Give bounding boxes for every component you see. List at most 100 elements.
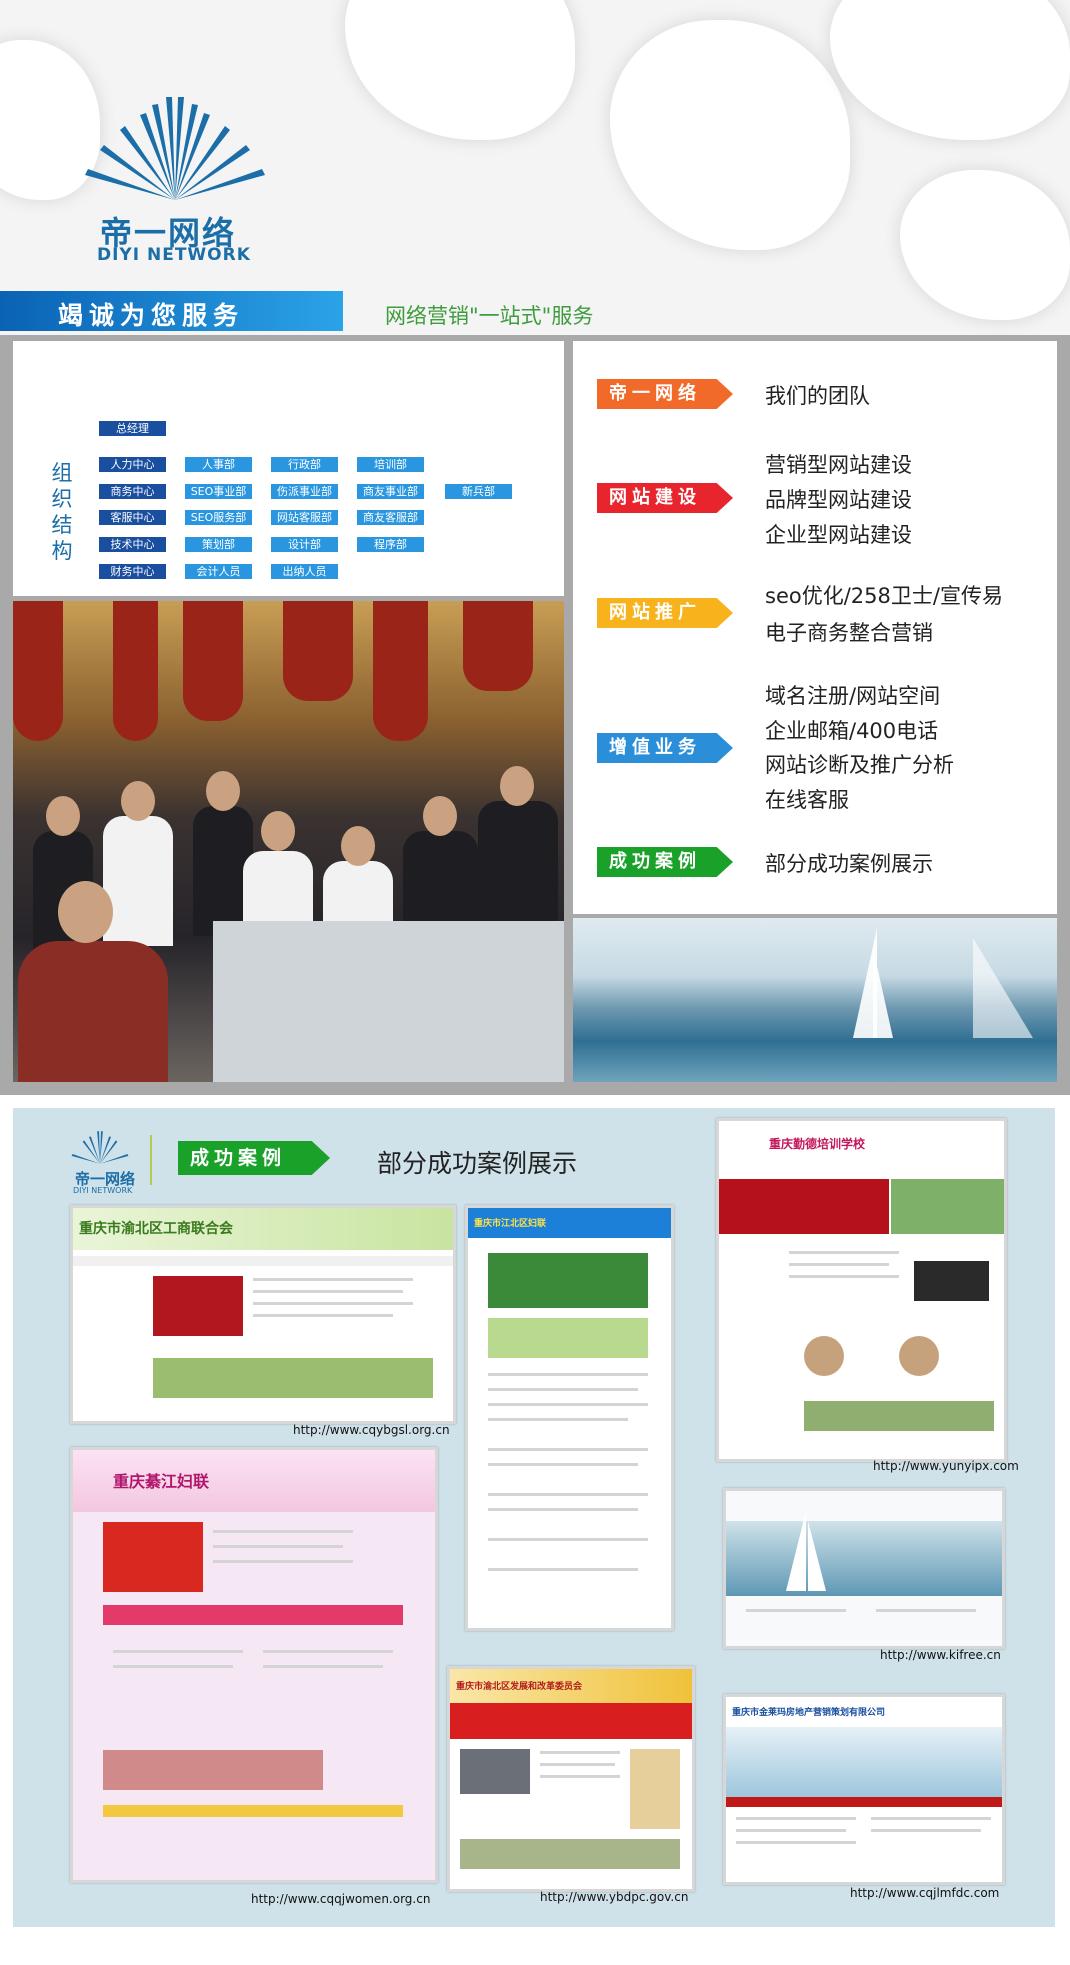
cases-tag: 成功案例 [178,1141,330,1175]
person [341,826,375,866]
tagline: 网络营销"一站式"服务 [385,304,594,328]
case-text-row [789,1251,899,1254]
service-tag-cases: 成功案例 [597,847,733,877]
case-photo [488,1253,648,1308]
case-site-title: 重庆市渝北区发展和改革委员会 [450,1669,692,1703]
case-video [914,1261,989,1301]
org-box-dept: 出纳人员 [271,564,338,579]
person [500,766,534,806]
service-tag-value-added: 增值业务 [597,733,733,763]
case-banner [891,1179,1004,1234]
case-text-row [253,1290,403,1293]
org-box-dept: 商友客服部 [357,510,424,525]
service-line: 域名注册/网站空间 [765,684,941,708]
case-screenshot[interactable] [723,1488,1005,1649]
service-line: seo优化/258卫士/宣传易 [765,584,1003,608]
case-text-row [789,1275,899,1278]
case-banner [726,1521,1002,1596]
case-text-row [263,1665,383,1668]
case-text-row [213,1560,353,1563]
case-photo-strip [804,1401,994,1431]
case-text-row [488,1493,648,1496]
team-photo [13,601,564,1082]
logo-fan-icon [85,97,265,200]
org-box-center: 技术中心 [99,537,166,552]
award-banner [373,601,428,741]
org-box-center: 客服中心 [99,510,166,525]
slogan-text: 竭诚为您服务 [58,301,245,330]
divider [150,1135,152,1185]
case-text-row [488,1568,638,1571]
case-screenshot[interactable]: 重庆市金莱玛房地产营销策划有限公司 [723,1694,1005,1885]
case-avatar [899,1336,939,1376]
logo-name-en: DIYI NETWORK [97,245,251,265]
case-text-row [736,1817,856,1820]
org-box-dept: 程序部 [357,537,424,552]
case-url[interactable]: http://www.cqybgsl.org.cn [293,1423,450,1437]
case-text-row [488,1403,648,1406]
award-banner [13,601,63,741]
case-text-row [789,1263,889,1266]
sailing-sea-photo [573,918,1057,1082]
case-photo-strip [103,1750,323,1790]
case-text-row [736,1841,856,1844]
org-box-dept: 人事部 [185,457,252,472]
case-site-title: 重庆市金莱玛房地产营销策划有限公司 [726,1697,1002,1725]
case-photo-strip [460,1839,680,1869]
org-box-dept: 新兵部 [445,484,512,499]
award-banner [183,601,243,721]
case-text-row [253,1278,413,1281]
case-url[interactable]: http://www.ybdpc.gov.cn [540,1890,688,1904]
service-line: 营销型网站建设 [765,453,912,477]
case-screenshot[interactable]: 重庆市渝北区工商联合会 [70,1205,456,1424]
sailboat [873,948,893,1038]
service-line: 电子商务整合营销 [765,621,933,645]
case-photo [103,1522,203,1592]
case-url[interactable]: http://www.yunyipx.com [873,1459,1019,1473]
org-box-dept: 行政部 [271,457,338,472]
case-nav [73,1256,453,1266]
sailboat [973,938,1033,1038]
case-screenshot[interactable]: 重庆市江北区妇联 [465,1205,674,1631]
service-line: 品牌型网站建设 [765,488,912,512]
case-text-row [213,1530,353,1533]
case-photo [488,1318,648,1358]
case-text-row [488,1388,638,1391]
case-text-row [488,1463,638,1466]
case-banner [719,1179,889,1234]
org-box-dept: 策划部 [185,537,252,552]
service-line: 网站诊断及推广分析 [765,753,954,777]
org-box-center: 商务中心 [99,484,166,499]
case-screenshot[interactable]: 重庆勤德培训学校 [716,1118,1007,1462]
case-text-row [488,1373,648,1376]
case-url[interactable]: http://www.cqqjwomen.org.cn [251,1892,430,1906]
org-box-dept: 网站客服部 [271,510,338,525]
case-avatar [804,1336,844,1376]
case-url[interactable]: http://www.cqjlmfdc.com [850,1886,999,1900]
world-map-shape [830,0,1070,140]
service-tag-website: 网站建设 [597,483,733,513]
case-photo [460,1749,530,1794]
service-tag-promotion: 网站推广 [597,598,733,628]
case-text-row [113,1650,243,1653]
world-map-shape [345,0,575,140]
service-line: 企业型网站建设 [765,523,912,547]
case-text-row [540,1751,620,1754]
case-url[interactable]: http://www.kifree.cn [880,1648,1001,1662]
case-text-row [253,1314,393,1317]
case-banner [726,1727,1002,1797]
person [121,781,155,821]
case-screenshot[interactable]: 重庆市渝北区发展和改革委员会 [447,1666,695,1892]
case-banner [450,1703,692,1739]
case-text-row [253,1302,413,1305]
case-text-row [736,1829,846,1832]
org-box-dept: 伤派事业部 [271,484,338,499]
case-screenshot[interactable]: 重庆綦江妇联 [70,1447,438,1883]
case-banner [103,1605,403,1625]
case-text-row [113,1665,233,1668]
cases-heading: 部分成功案例展示 [377,1149,578,1178]
org-box-dept: SEO事业部 [185,484,252,499]
person [103,816,173,946]
logo-fan-icon [71,1131,129,1164]
person [206,771,240,811]
